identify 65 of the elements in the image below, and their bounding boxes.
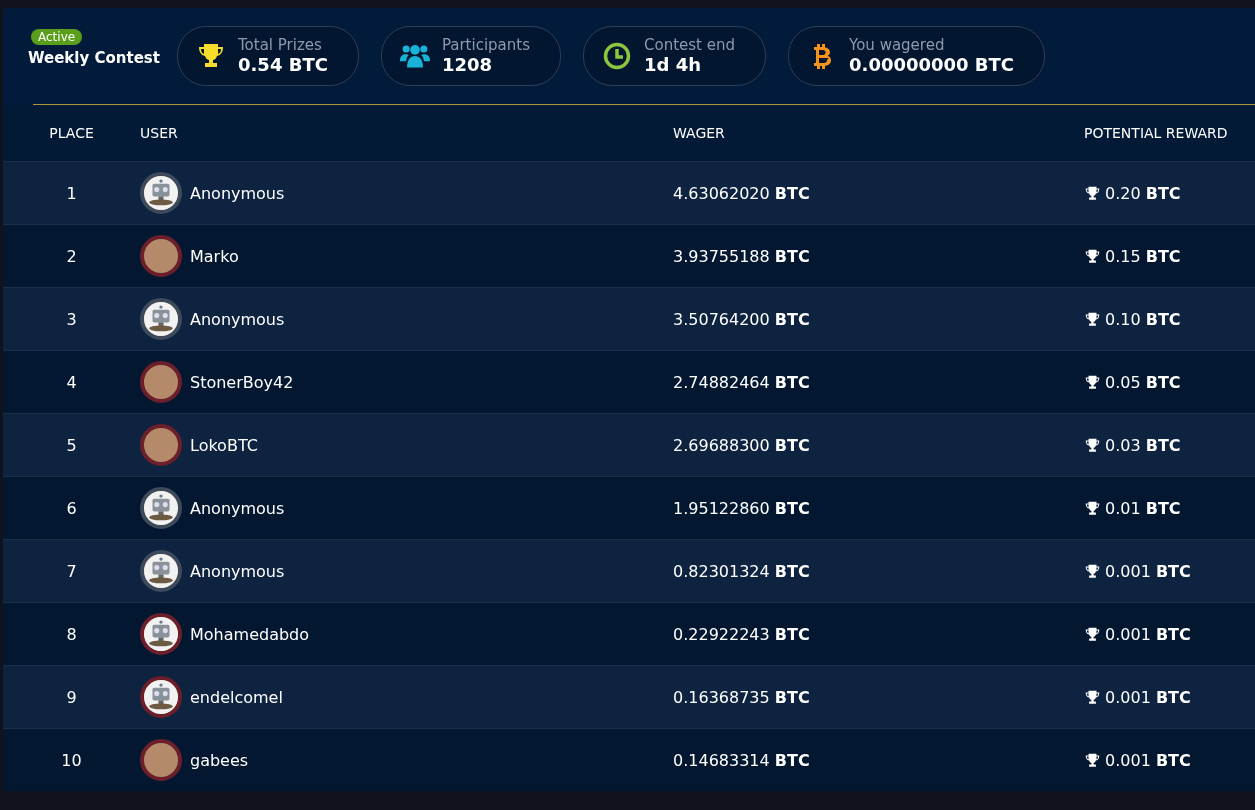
reward-amount: 0.15 BTC	[1105, 246, 1181, 266]
reward-amount: 0.001 BTC	[1105, 624, 1191, 644]
trophy-icon	[1084, 688, 1101, 706]
user-name: LokoBTC	[190, 435, 258, 455]
stat-value: 0.00000000 BTC	[849, 53, 1015, 76]
place-cell-text: 8	[65, 624, 78, 644]
wager-cell-text: 4.63062020 BTC	[673, 183, 811, 203]
wager-cell-text: 2.69688300 BTC	[673, 435, 811, 455]
stat-value: 1d 4h	[644, 53, 703, 76]
stat-label: Participants	[441, 36, 530, 54]
reward-amount: 0.20 BTC	[1105, 183, 1181, 203]
trophy-icon	[1084, 751, 1101, 769]
trophy-icon	[1084, 373, 1101, 391]
column-header: USER	[140, 125, 179, 141]
wager-cell-text: 0.14683314 BTC	[673, 750, 811, 770]
user-name: Anonymous	[190, 183, 285, 203]
place-cell-text: 1	[65, 183, 78, 203]
user-name: gabees	[190, 750, 249, 770]
user-name: Mohamedabdo	[190, 624, 310, 644]
user-name: Anonymous	[190, 309, 285, 329]
wager-cell-text: 0.22922243 BTC	[673, 624, 811, 644]
wager-cell-text: 0.82301324 BTC	[673, 561, 811, 581]
place-cell-text: 2	[65, 246, 78, 266]
reward-amount: 0.001 BTC	[1105, 561, 1191, 581]
trophy-icon	[1084, 436, 1101, 454]
column-header: WAGER	[673, 125, 726, 141]
wager-cell-text: 2.74882464 BTC	[673, 372, 811, 392]
place-cell-text: 6	[65, 498, 78, 518]
column-header: PLACE	[48, 125, 95, 141]
stat-label: Contest end	[644, 36, 735, 54]
wager-cell-text: 1.95122860 BTC	[673, 498, 811, 518]
reward-amount: 0.001 BTC	[1105, 750, 1191, 770]
column-header: POTENTIAL REWARD	[1084, 125, 1229, 141]
trophy-icon	[1084, 562, 1101, 580]
stat-value: 1208	[441, 53, 493, 76]
reward-amount: 0.01 BTC	[1105, 498, 1181, 518]
wager-cell-text: 3.93755188 BTC	[673, 246, 811, 266]
reward-amount: 0.05 BTC	[1105, 372, 1181, 392]
user-name: StonerBoy42	[190, 372, 294, 392]
place-cell-text: 5	[65, 435, 78, 455]
user-name: Marko	[190, 246, 239, 266]
place-cell-text: 3	[65, 309, 78, 329]
user-name: endelcomel	[190, 687, 283, 707]
wager-cell-text: 0.16368735 BTC	[673, 687, 811, 707]
stat-label: Total Prizes	[238, 36, 323, 54]
stat-value: 0.54 BTC	[238, 53, 328, 76]
place-cell-text: 10	[60, 750, 83, 770]
user-name: Anonymous	[190, 561, 285, 581]
status-badge: Active	[31, 29, 83, 45]
place-cell-text: 7	[65, 561, 78, 581]
trophy-icon	[1084, 625, 1101, 643]
stat-label: You wagered	[849, 36, 946, 54]
contest-title: Weekly Contest	[28, 49, 160, 67]
trophy-icon	[1084, 499, 1101, 517]
reward-amount: 0.001 BTC	[1105, 687, 1191, 707]
reward-amount: 0.10 BTC	[1105, 309, 1181, 329]
trophy-icon	[1084, 247, 1101, 265]
user-name: Anonymous	[190, 498, 285, 518]
place-cell-text: 9	[65, 687, 78, 707]
place-cell-text: 4	[65, 372, 78, 392]
wager-cell-text: 3.50764200 BTC	[673, 309, 811, 329]
reward-amount: 0.03 BTC	[1105, 435, 1181, 455]
trophy-icon	[1084, 310, 1101, 328]
trophy-icon	[1084, 184, 1101, 202]
clock-icon	[602, 41, 632, 71]
